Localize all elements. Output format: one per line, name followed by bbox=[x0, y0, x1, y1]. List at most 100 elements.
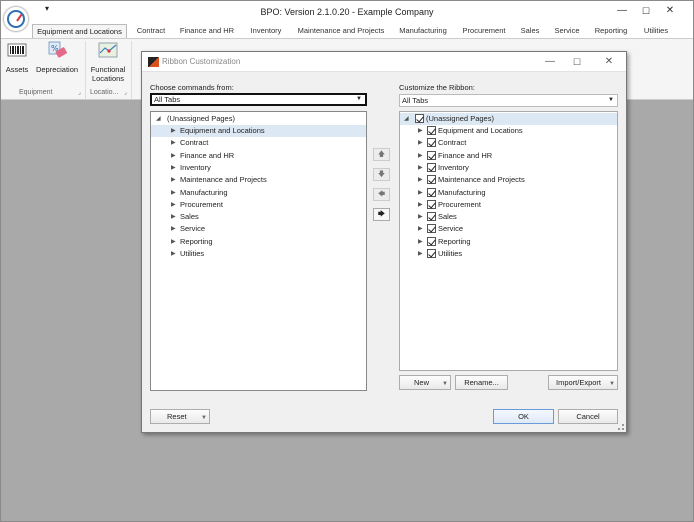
depreciation-button[interactable]: % Depreciation bbox=[34, 41, 80, 74]
checkbox-checked[interactable] bbox=[427, 138, 436, 148]
ribbon-tree[interactable]: ◢ (Unassigned Pages) ▶ Equipment and Locat… bbox=[399, 111, 618, 371]
expand-caret-icon[interactable]: ◢ bbox=[156, 113, 161, 125]
choose-commands-select[interactable]: All Tabs ▼ bbox=[150, 93, 367, 106]
tab-manufacturing[interactable]: Manufacturing bbox=[394, 24, 452, 38]
tab-procurement[interactable]: Procurement bbox=[458, 24, 510, 38]
expand-caret-icon[interactable]: ▶ bbox=[171, 162, 176, 174]
customize-ribbon-select[interactable]: All Tabs ▼ bbox=[399, 94, 618, 107]
tab-reporting[interactable]: Reporting bbox=[590, 24, 632, 38]
tree-item[interactable]: ▶ Inventory bbox=[400, 162, 617, 174]
tab-inventory[interactable]: Inventory bbox=[243, 24, 289, 38]
chevron-down-icon[interactable]: ▼ bbox=[201, 412, 207, 425]
tab-sales[interactable]: Sales bbox=[515, 24, 545, 38]
tab-finance-and-hr[interactable]: Finance and HR bbox=[176, 24, 238, 38]
group-launcher-icon[interactable]: ⌟ bbox=[124, 89, 127, 96]
checkbox-checked[interactable] bbox=[427, 175, 436, 185]
tree-item[interactable]: ▶ Utilities bbox=[400, 248, 617, 260]
expand-caret-icon[interactable]: ▶ bbox=[418, 162, 423, 174]
expand-caret-icon[interactable]: ▶ bbox=[418, 150, 423, 162]
expand-caret-icon[interactable]: ▶ bbox=[418, 137, 423, 149]
move-down-arrow-icon[interactable]: 🡇 bbox=[373, 168, 390, 181]
tree-item[interactable]: ▶ Service bbox=[400, 223, 617, 235]
tree-item[interactable]: ▶ Equipment and Locations bbox=[151, 125, 366, 137]
tree-item[interactable]: ▶ Contract bbox=[151, 137, 366, 149]
checkbox-checked[interactable] bbox=[427, 212, 436, 222]
commands-tree[interactable]: ◢ (Unassigned Pages) ▶ Equipment and Locat… bbox=[150, 111, 367, 391]
tree-item[interactable]: ▶ Manufacturing bbox=[400, 187, 617, 199]
tab-equipment-and-locations[interactable]: Equipment and Locations bbox=[32, 24, 127, 38]
close-button[interactable]: ✕ bbox=[661, 4, 679, 18]
tree-item[interactable]: ▶ Equipment and Locations bbox=[400, 125, 617, 137]
tree-item[interactable]: ▶ Sales bbox=[151, 211, 366, 223]
dialog-minimize-button[interactable]: — bbox=[542, 55, 558, 69]
tree-item[interactable]: ▶ Maintenance and Projects bbox=[400, 174, 617, 186]
expand-caret-icon[interactable]: ▶ bbox=[171, 211, 176, 223]
expand-caret-icon[interactable]: ▶ bbox=[171, 187, 176, 199]
expand-caret-icon[interactable]: ▶ bbox=[418, 248, 423, 260]
ok-button[interactable]: OK bbox=[493, 409, 554, 424]
new-button[interactable]: New ▼ bbox=[399, 375, 451, 390]
expand-caret-icon[interactable]: ◢ bbox=[404, 113, 409, 125]
expand-caret-icon[interactable]: ▶ bbox=[418, 223, 423, 235]
expand-caret-icon[interactable]: ▶ bbox=[418, 187, 423, 199]
import-export-button[interactable]: Import/Export ▼ bbox=[548, 375, 618, 390]
expand-caret-icon[interactable]: ▶ bbox=[171, 137, 176, 149]
checkbox-checked[interactable] bbox=[427, 199, 436, 209]
functional-locations-button[interactable]: Functional Locations bbox=[89, 41, 127, 83]
tree-item[interactable]: ▶ Inventory bbox=[151, 162, 366, 174]
tree-root-row[interactable]: ◢ (Unassigned Pages) bbox=[151, 113, 366, 125]
expand-caret-icon[interactable]: ▶ bbox=[418, 199, 423, 211]
minimize-button[interactable]: — bbox=[613, 4, 631, 18]
cancel-button[interactable]: Cancel bbox=[558, 409, 618, 424]
tree-root-row[interactable]: ◢ (Unassigned Pages) bbox=[400, 113, 617, 125]
tree-item[interactable]: ▶ Finance and HR bbox=[400, 150, 617, 162]
tree-item[interactable]: ▶ Service bbox=[151, 223, 366, 235]
tree-item[interactable]: ▶ Reporting bbox=[151, 236, 366, 248]
tree-item[interactable]: ▶ Utilities bbox=[151, 248, 366, 260]
move-up-arrow-icon[interactable]: 🡅 bbox=[373, 148, 390, 161]
tab-service[interactable]: Service bbox=[549, 24, 585, 38]
tree-item[interactable]: ▶ Maintenance and Projects bbox=[151, 174, 366, 186]
checkbox-checked[interactable] bbox=[427, 224, 436, 234]
expand-caret-icon[interactable]: ▶ bbox=[171, 150, 176, 162]
expand-caret-icon[interactable]: ▶ bbox=[171, 236, 176, 248]
checkbox-checked[interactable] bbox=[427, 236, 436, 246]
dialog-close-button[interactable]: ✕ bbox=[601, 55, 617, 69]
tree-item[interactable]: ▶ Contract bbox=[400, 137, 617, 149]
expand-caret-icon[interactable]: ▶ bbox=[171, 223, 176, 235]
expand-caret-icon[interactable]: ▶ bbox=[418, 211, 423, 223]
checkbox-checked[interactable] bbox=[427, 249, 436, 258]
checkbox-checked[interactable] bbox=[427, 126, 436, 135]
maximize-button[interactable]: ☐ bbox=[637, 4, 655, 18]
move-right-arrow-icon[interactable]: 🡆 bbox=[373, 208, 390, 221]
tab-maintenance-and-projects[interactable]: Maintenance and Projects bbox=[293, 24, 389, 38]
expand-caret-icon[interactable]: ▶ bbox=[418, 174, 423, 186]
expand-caret-icon[interactable]: ▶ bbox=[171, 199, 176, 211]
app-logo-gauge-icon[interactable] bbox=[3, 6, 29, 32]
checkbox-checked[interactable] bbox=[427, 187, 436, 197]
dialog-maximize-button[interactable]: ☐ bbox=[569, 55, 585, 69]
expand-caret-icon[interactable]: ▶ bbox=[418, 125, 423, 137]
group-launcher-icon[interactable]: ⌟ bbox=[78, 89, 81, 96]
expand-caret-icon[interactable]: ▶ bbox=[171, 174, 176, 186]
resize-grip-icon[interactable] bbox=[618, 424, 624, 430]
tree-item[interactable]: ▶ Reporting bbox=[400, 236, 617, 248]
expand-caret-icon[interactable]: ▶ bbox=[171, 125, 176, 137]
expand-caret-icon[interactable]: ▶ bbox=[418, 236, 423, 248]
tree-item[interactable]: ▶ Sales bbox=[400, 211, 617, 223]
tab-utilities[interactable]: Utilities bbox=[637, 24, 675, 38]
checkbox-checked[interactable] bbox=[427, 162, 436, 172]
checkbox-checked[interactable] bbox=[427, 150, 436, 160]
tree-item[interactable]: ▶ Procurement bbox=[400, 199, 617, 211]
tab-contract[interactable]: Contract bbox=[130, 24, 172, 38]
tree-item[interactable]: ▶ Procurement bbox=[151, 199, 366, 211]
tree-item[interactable]: ▶ Manufacturing bbox=[151, 187, 366, 199]
tree-item[interactable]: ▶ Finance and HR bbox=[151, 150, 366, 162]
assets-button[interactable]: Assets bbox=[4, 41, 30, 74]
chevron-down-icon[interactable]: ▼ bbox=[442, 378, 448, 391]
move-left-arrow-icon[interactable]: 🡄 bbox=[373, 188, 390, 201]
expand-caret-icon[interactable]: ▶ bbox=[171, 248, 176, 260]
rename-button[interactable]: Rename... bbox=[455, 375, 508, 390]
reset-button[interactable]: Reset ▼ bbox=[150, 409, 210, 424]
checkbox-checked[interactable] bbox=[415, 114, 424, 123]
